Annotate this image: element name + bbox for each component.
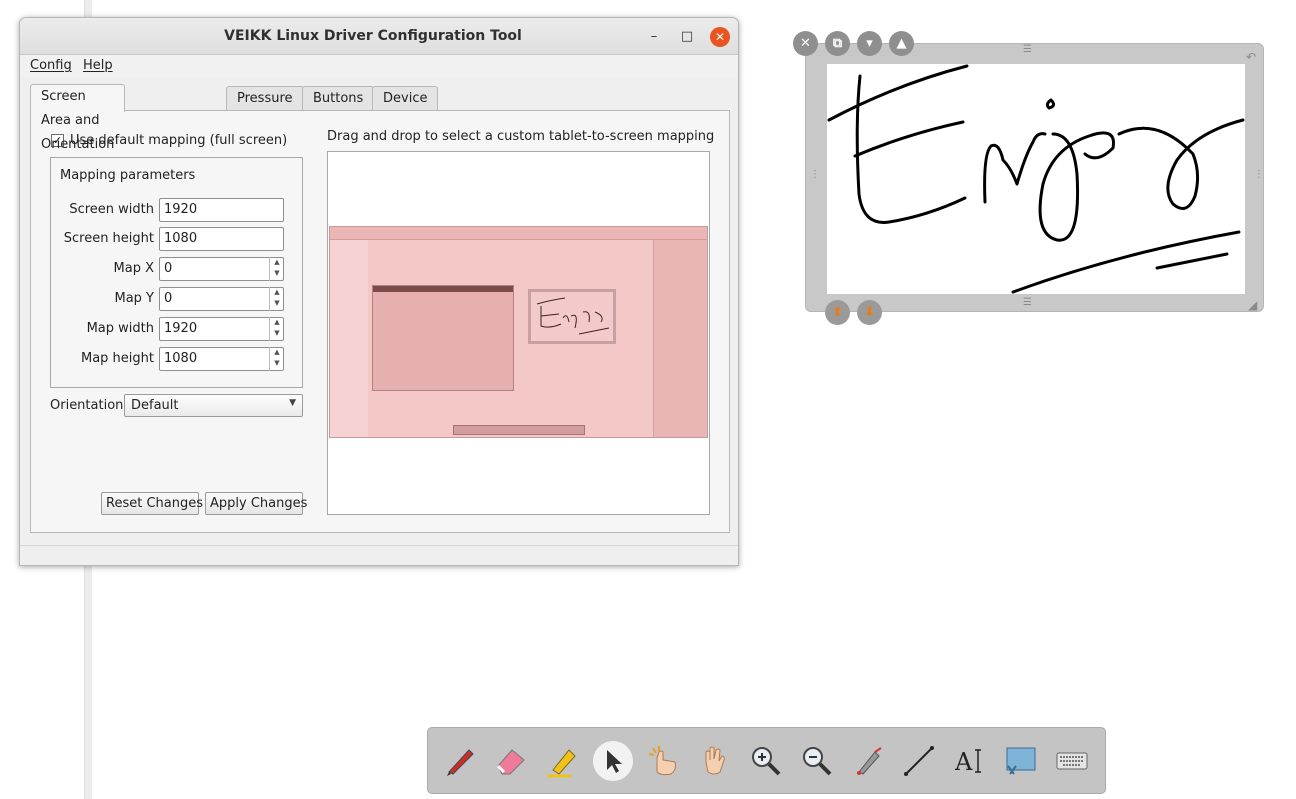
map-x-spinner[interactable]: ▲ ▼ [269, 257, 284, 281]
reset-changes-button[interactable]: Reset Changes [101, 492, 203, 515]
zoom-in-icon[interactable] [746, 741, 786, 781]
zoom-out-icon[interactable] [797, 741, 837, 781]
field-label: Map height [80, 351, 154, 366]
map-height-input[interactable]: 1080 [159, 347, 284, 371]
orientation-select[interactable]: Default ▼ [124, 394, 303, 417]
signature-widget[interactable]: ✕ ⧉ ▾ ▲ ⬆ ⬇ ☰ ☰ ⋮ ⋮ ↶ ◢ [793, 31, 1264, 325]
orientation-value: Default [131, 398, 179, 413]
text-icon[interactable]: A [950, 741, 990, 781]
field-map-x: Map X 0 ▲ ▼ [51, 257, 304, 281]
minimize-button[interactable]: – [644, 27, 664, 47]
mapping-parameters-group: Mapping parameters Screen width 1920 Scr… [50, 157, 303, 388]
eraser-icon[interactable] [491, 741, 531, 781]
signature-canvas[interactable] [827, 64, 1245, 294]
map-width-spinner[interactable]: ▲ ▼ [269, 317, 284, 341]
resize-grip-bottom-icon[interactable]: ☰ [1023, 297, 1032, 308]
field-map-y: Map Y 0 ▲ ▼ [51, 287, 304, 311]
field-label: Map X [113, 261, 154, 276]
resize-grip-left-icon[interactable]: ⋮ [810, 169, 820, 180]
resize-corner-icon[interactable]: ◢ [1248, 298, 1257, 312]
apply-changes-button[interactable]: Apply Changes [205, 492, 307, 515]
screen-capture-icon[interactable] [1001, 741, 1041, 781]
close-icon[interactable]: ✕ [793, 31, 818, 56]
tab-buttons[interactable]: Buttons [302, 86, 375, 112]
preview-left [330, 240, 368, 437]
map-height-spinner[interactable]: ▲ ▼ [269, 347, 284, 371]
tab-device-info[interactable]: Device Info [372, 86, 439, 130]
config-dialog: VEIKK Linux Driver Configuration Tool – … [19, 17, 739, 566]
drag-instructions: Drag and drop to select a custom tablet-… [327, 129, 715, 144]
maximize-button[interactable]: □ [677, 27, 697, 47]
select-icon[interactable] [593, 741, 633, 781]
layer-down-icon[interactable]: ⬇ [857, 300, 882, 325]
signature-ink [827, 64, 1245, 294]
tab-screen-area[interactable]: Screen Area and Orientation [30, 84, 126, 152]
dialog-title: VEIKK Linux Driver Configuration Tool [224, 28, 522, 44]
field-map-height: Map height 1080 ▲ ▼ [51, 347, 304, 371]
status-bar [20, 545, 738, 565]
screen-width-input[interactable]: 1920 [159, 198, 284, 222]
map-width-input[interactable]: 1920 [159, 317, 284, 341]
field-label: Screen width [69, 202, 154, 217]
pan-hand-icon[interactable] [695, 741, 735, 781]
screen-height-input[interactable]: 1080 [159, 227, 284, 251]
menu-help[interactable]: Help [83, 58, 113, 73]
preview-toolbar [453, 425, 585, 435]
laser-pointer-icon[interactable] [848, 741, 888, 781]
preview-signature [528, 289, 616, 344]
preview-dialog [372, 285, 514, 391]
chevron-down-icon: ▼ [289, 398, 296, 408]
group-title: Mapping parameters [60, 168, 196, 183]
svg-text:A: A [954, 748, 973, 776]
field-label: Map width [86, 321, 154, 336]
copy-icon[interactable]: ⧉ [825, 31, 850, 56]
preview-topbar [330, 227, 707, 240]
mapping-area[interactable] [327, 151, 710, 515]
field-map-width: Map width 1920 ▲ ▼ [51, 317, 304, 341]
map-y-spinner[interactable]: ▲ ▼ [269, 287, 284, 311]
shapes-icon[interactable]: ▲ [889, 31, 914, 56]
interact-icon[interactable] [644, 741, 684, 781]
rotate-icon[interactable]: ↶ [1246, 50, 1256, 64]
keyboard-icon[interactable] [1052, 741, 1092, 781]
field-label: Screen height [63, 231, 154, 246]
map-x-input[interactable]: 0 [159, 257, 284, 281]
field-label: Map Y [114, 291, 154, 306]
preview-sidebar [653, 240, 707, 437]
pen-icon[interactable] [440, 741, 480, 781]
resize-grip-right-icon[interactable]: ⋮ [1254, 169, 1264, 180]
title-bar[interactable]: VEIKK Linux Driver Configuration Tool – … [20, 18, 738, 55]
highlighter-icon[interactable] [542, 741, 582, 781]
annotation-toolbar: A [427, 727, 1106, 794]
field-screen-width: Screen width 1920 [51, 198, 304, 222]
close-button[interactable]: ✕ [710, 27, 730, 47]
menu-bar: Config Help [20, 55, 738, 77]
resize-grip-top-icon[interactable]: ☰ [1023, 44, 1032, 55]
tab-panel: ✓ Use default mapping (full screen) Mapp… [30, 110, 730, 533]
screen-preview[interactable] [329, 226, 708, 438]
tab-pressure[interactable]: Pressure [226, 86, 304, 112]
orientation-label: Orientation [50, 398, 124, 413]
layer-up-icon[interactable]: ⬆ [825, 300, 850, 325]
dropdown-icon[interactable]: ▾ [857, 31, 882, 56]
line-icon[interactable] [899, 741, 939, 781]
field-screen-height: Screen height 1080 [51, 227, 304, 251]
menu-config[interactable]: Config [30, 58, 72, 73]
map-y-input[interactable]: 0 [159, 287, 284, 311]
